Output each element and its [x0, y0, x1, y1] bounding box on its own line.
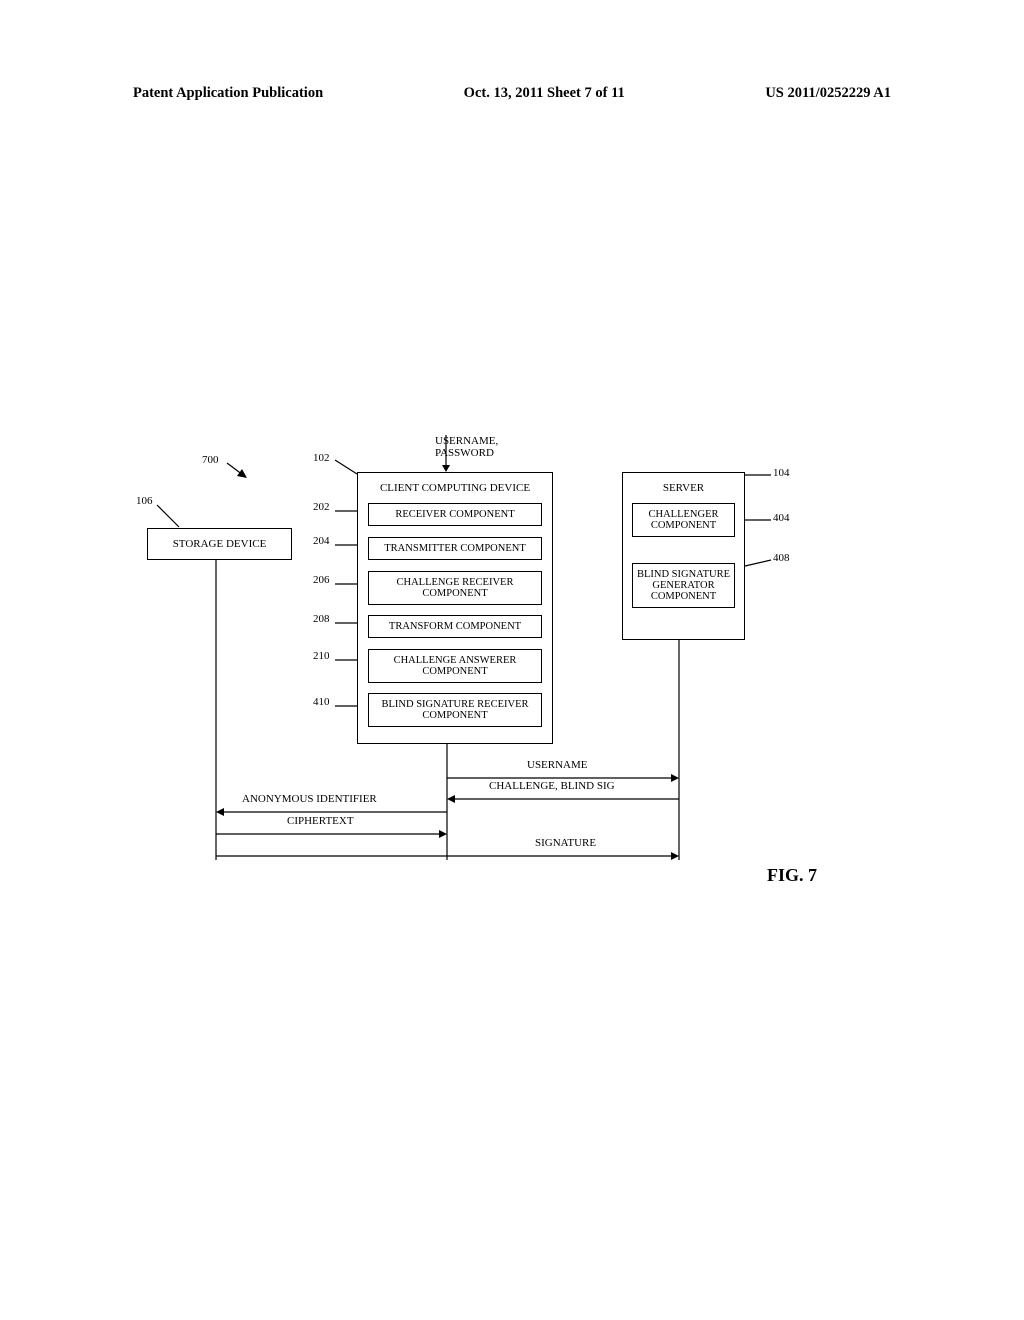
- ref-700-lead: [225, 461, 255, 486]
- server-title: SERVER: [623, 482, 744, 494]
- ciphertext-arrow: [216, 829, 449, 839]
- input-arrow: [441, 435, 451, 475]
- figure-7-diagram: USERNAME, PASSWORD 700 102 104 106 STORA…: [147, 440, 867, 890]
- blind-sig-receiver-box: BLIND SIGNATURE RECEIVER COMPONENT: [368, 693, 542, 727]
- page-header: Patent Application Publication Oct. 13, …: [133, 85, 891, 102]
- ref-404-lead: [745, 518, 773, 522]
- header-right: US 2011/0252229 A1: [765, 85, 891, 102]
- ref-210-lead: [335, 658, 359, 662]
- storage-device-box: STORAGE DEVICE: [147, 528, 292, 560]
- ref-410: 410: [313, 696, 330, 708]
- transmitter-component-box: TRANSMITTER COMPONENT: [368, 537, 542, 560]
- ref-204-lead: [335, 543, 359, 547]
- ref-106: 106: [136, 495, 153, 507]
- ref-700: 700: [202, 454, 219, 466]
- header-middle: Oct. 13, 2011 Sheet 7 of 11: [464, 85, 625, 102]
- ref-404: 404: [773, 512, 790, 524]
- anon-id-arrow-label: ANONYMOUS IDENTIFIER: [242, 793, 377, 805]
- challenge-answerer-box: CHALLENGE ANSWERER COMPONENT: [368, 649, 542, 683]
- client-device-box: CLIENT COMPUTING DEVICE RECEIVER COMPONE…: [357, 472, 553, 744]
- input-label: USERNAME, PASSWORD: [435, 435, 555, 459]
- ref-102: 102: [313, 452, 330, 464]
- ref-206-lead: [335, 582, 359, 586]
- challenge-arrow: [447, 794, 682, 804]
- challenge-arrow-label: CHALLENGE, BLIND SIG: [489, 780, 615, 792]
- ref-206: 206: [313, 574, 330, 586]
- ref-210: 210: [313, 650, 330, 662]
- client-title: CLIENT COMPUTING DEVICE: [358, 482, 552, 494]
- ciphertext-arrow-label: CIPHERTEXT: [287, 815, 354, 827]
- server-box: SERVER CHALLENGER COMPONENT BLIND SIGNAT…: [622, 472, 745, 640]
- username-arrow-label: USERNAME: [527, 759, 588, 771]
- ref-410-lead: [335, 704, 359, 708]
- blind-sig-gen-box: BLIND SIGNATURE GENERATOR COMPONENT: [632, 563, 735, 608]
- receiver-component-box: RECEIVER COMPONENT: [368, 503, 542, 526]
- challenger-component-box: CHALLENGER COMPONENT: [632, 503, 735, 537]
- ref-104: 104: [773, 467, 790, 479]
- ref-106-lead: [155, 503, 183, 531]
- signature-arrow: [216, 851, 682, 861]
- ref-202: 202: [313, 501, 330, 513]
- server-lifeline: [677, 640, 681, 860]
- ref-208-lead: [335, 621, 359, 625]
- ref-408-lead: [745, 558, 773, 568]
- signature-arrow-label: SIGNATURE: [535, 837, 596, 849]
- ref-104-lead: [745, 473, 773, 477]
- ref-204: 204: [313, 535, 330, 547]
- figure-label: FIG. 7: [767, 865, 817, 886]
- ref-408: 408: [773, 552, 790, 564]
- ref-202-lead: [335, 509, 359, 513]
- transform-component-box: TRANSFORM COMPONENT: [368, 615, 542, 638]
- ref-208: 208: [313, 613, 330, 625]
- challenge-receiver-box: CHALLENGE RECEIVER COMPONENT: [368, 571, 542, 605]
- header-left: Patent Application Publication: [133, 85, 323, 102]
